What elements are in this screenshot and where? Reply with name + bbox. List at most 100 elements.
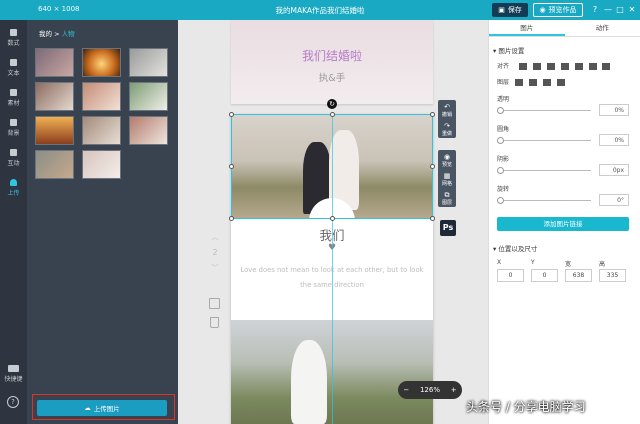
maximize-icon[interactable]: □	[615, 4, 625, 16]
grid-tool-button[interactable]: ▦ 网格	[438, 169, 456, 188]
nav-label: 背景	[7, 130, 20, 137]
align-left-icon[interactable]	[518, 63, 527, 70]
radius-slider[interactable]	[501, 140, 591, 141]
image-thumbnail[interactable]	[82, 82, 121, 111]
nav-label: 互动	[7, 160, 20, 167]
grid-icon: ▦	[443, 172, 451, 180]
prev-page-title: 我们结婚啦	[301, 49, 362, 63]
resize-handle[interactable]	[430, 164, 435, 169]
image-thumbnail[interactable]	[35, 116, 74, 145]
layer-bottom-icon[interactable]	[556, 79, 565, 86]
nav-item-shuzi[interactable]: 数式	[0, 26, 27, 52]
resize-handle[interactable]	[330, 112, 335, 117]
shortcut-label: 快捷键	[4, 376, 23, 383]
help-icon[interactable]: ?	[7, 396, 19, 408]
zoom-in-button[interactable]: +	[451, 386, 457, 394]
image-thumbnail[interactable]	[129, 82, 168, 111]
breadcrumb-current: 人物	[61, 30, 75, 38]
shadow-slider[interactable]	[501, 170, 591, 171]
align-middle-icon[interactable]	[574, 63, 583, 70]
image-thumbnail[interactable]	[82, 116, 121, 145]
close-icon[interactable]: ✕	[627, 4, 637, 16]
zoom-out-button[interactable]: −	[403, 386, 409, 394]
rotate-slider[interactable]	[501, 200, 591, 201]
image-thumbnail[interactable]	[82, 48, 121, 77]
resize-handle[interactable]	[229, 216, 234, 221]
resize-handle[interactable]	[229, 112, 234, 117]
layer-up-icon[interactable]	[514, 79, 523, 86]
radius-slider-knob[interactable]	[497, 137, 504, 144]
rotate-slider-knob[interactable]	[497, 197, 504, 204]
layers-tool-label: 图层	[441, 200, 452, 206]
shadow-value[interactable]: 0px	[599, 164, 629, 176]
image-thumbnail[interactable]	[35, 82, 74, 111]
chevron-up-icon[interactable]: ︿	[208, 232, 222, 242]
redo-button[interactable]: ↷ 重做	[438, 119, 456, 138]
chevron-down-icon[interactable]: ﹀	[208, 263, 222, 273]
eye-icon: ◉	[539, 6, 546, 14]
rotate-icon[interactable]: ↻	[327, 99, 337, 109]
image-thumbnail[interactable]	[82, 150, 121, 179]
align-bottom-icon[interactable]	[588, 63, 597, 70]
layer-down-icon[interactable]	[528, 79, 537, 86]
help-icon[interactable]: ?	[590, 4, 600, 16]
opacity-slider[interactable]	[501, 110, 591, 111]
shadow-slider-knob[interactable]	[497, 167, 504, 174]
left-nav: 数式 文本 素材 背景 互动 上传 快捷键 ?	[0, 20, 27, 424]
layers-tool-button[interactable]: ⧉ 图层	[438, 188, 456, 207]
selection-box[interactable]	[229, 112, 435, 221]
align-top-icon[interactable]	[560, 63, 569, 70]
resize-handle[interactable]	[330, 216, 335, 221]
width-input[interactable]: 638	[565, 269, 592, 282]
trash-icon[interactable]	[210, 317, 219, 328]
add-image-link-button[interactable]: 添加图片链接	[497, 217, 629, 231]
image-thumbnail[interactable]	[129, 48, 168, 77]
align-center-icon[interactable]	[532, 63, 541, 70]
distribute-icon[interactable]	[602, 63, 611, 70]
undo-button[interactable]: ↶ 撤销	[438, 100, 456, 119]
opacity-label: 透明	[497, 96, 510, 103]
image-thumbnail[interactable]	[35, 150, 74, 179]
previous-page[interactable]: 我们结婚啦 执&手	[231, 20, 433, 104]
preview-tool-button[interactable]: ◉ 预览	[438, 150, 456, 169]
resize-handle[interactable]	[430, 112, 435, 117]
save-button[interactable]: ▣ 保存	[492, 3, 528, 17]
properties-panel: 图片 动作 ▾ 图片设置 对齐 图层 透明 0% 圆角 0% 阴影 0px 旋转…	[488, 20, 640, 424]
photoshop-button[interactable]: Ps	[440, 220, 456, 236]
y-input[interactable]: 0	[531, 269, 558, 282]
layer-top-icon[interactable]	[542, 79, 551, 86]
image-thumbnail[interactable]	[35, 48, 74, 77]
nav-item-background[interactable]: 背景	[0, 116, 27, 142]
undo-icon: ↶	[444, 103, 450, 111]
nav-item-text[interactable]: 文本	[0, 56, 27, 82]
preview-button[interactable]: ◉ 预览作品	[533, 3, 583, 17]
minimize-icon[interactable]: —	[603, 4, 613, 16]
opacity-value[interactable]: 0%	[599, 104, 629, 116]
nav-item-interact[interactable]: 互动	[0, 146, 27, 172]
y-label: Y	[531, 259, 535, 266]
preview-label: 预览作品	[548, 6, 577, 14]
breadcrumb-root[interactable]: 我的	[39, 30, 52, 38]
rotate-value[interactable]: 0°	[599, 194, 629, 206]
tab-animation[interactable]: 动作	[565, 20, 640, 36]
height-input[interactable]: 335	[599, 269, 626, 282]
nav-item-upload[interactable]: 上传	[0, 176, 27, 202]
nav-item-material[interactable]: 素材	[0, 86, 27, 112]
tab-image[interactable]: 图片	[489, 20, 565, 36]
resize-handle[interactable]	[430, 216, 435, 221]
shortcut-button[interactable]: 快捷键	[0, 362, 27, 388]
nav-label: 数式	[7, 40, 20, 47]
undo-redo-group: ↶ 撤销 ↷ 重做	[438, 100, 456, 138]
duplicate-page-icon[interactable]	[209, 298, 220, 309]
media-panel: 我的 > 人物	[27, 20, 178, 424]
resize-handle[interactable]	[229, 164, 234, 169]
position-size-header[interactable]: ▾ 位置以及尺寸	[493, 243, 537, 253]
image-settings-header[interactable]: ▾ 图片设置	[493, 45, 524, 55]
upload-image-button[interactable]: ☁ 上传图片	[37, 400, 167, 416]
align-right-icon[interactable]	[546, 63, 555, 70]
opacity-slider-knob[interactable]	[497, 107, 504, 114]
image-thumbnail[interactable]	[129, 116, 168, 145]
x-input[interactable]: 0	[497, 269, 524, 282]
radius-value[interactable]: 0%	[599, 134, 629, 146]
watermark-text: 头条号 / 分享电脑学习	[466, 400, 586, 414]
